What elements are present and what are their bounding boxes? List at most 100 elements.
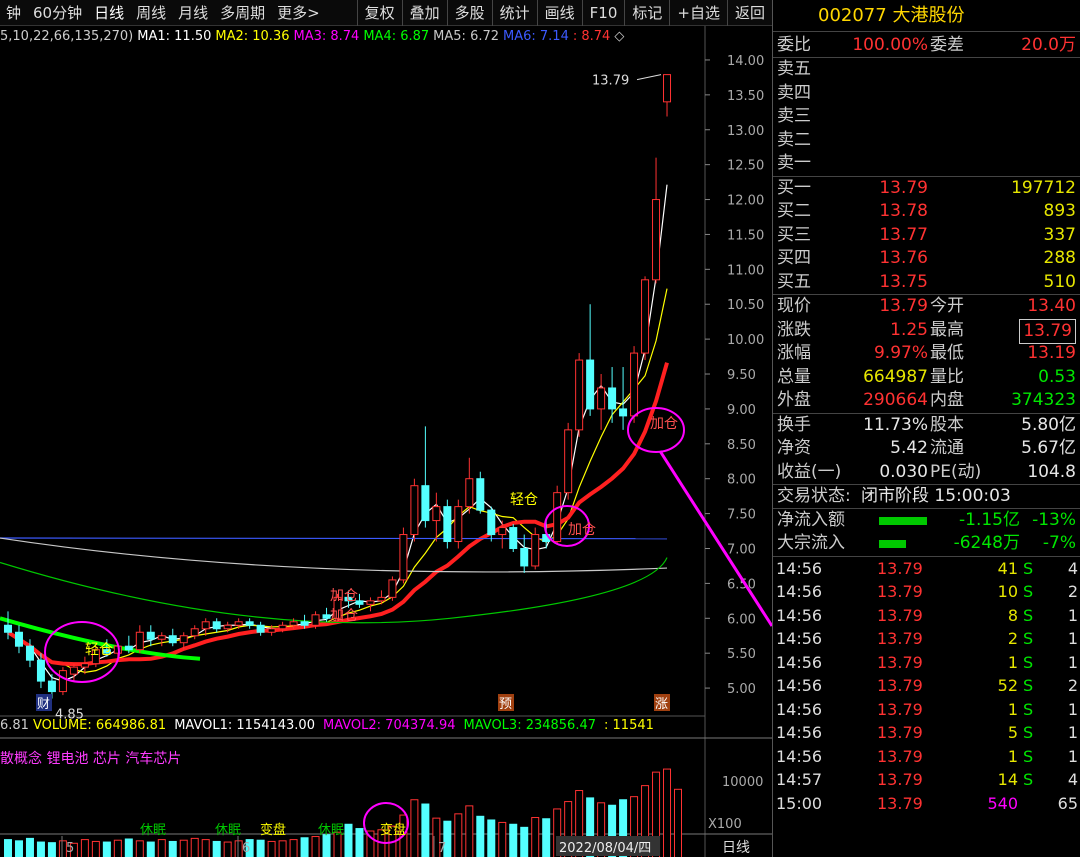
volume-bar [25,837,34,857]
volume-bar [201,839,210,857]
event-marker-1[interactable]: 预 [498,694,514,712]
price-tick-2: 13.00 [727,124,764,139]
price-tick-17: 5.50 [727,647,756,662]
volume-bar [278,840,287,857]
candlesticks [4,74,672,699]
vol-signal-1: 休眠 [215,823,241,838]
toolbar-action-5[interactable]: F10 [581,0,625,26]
volume-bar [157,839,166,857]
candle [410,478,419,542]
stock-name: 大港股份 [892,5,965,26]
stock-title[interactable]: 002077 大港股份 [773,0,1080,32]
tick-row: 14:56 13.79 41 S 4 [776,558,1078,578]
tab-period-4[interactable]: 月线 [172,0,214,26]
volume-bar [674,788,682,857]
svg-text:涨: 涨 [655,697,668,712]
bid-row: 买五 13.75 510 [777,271,1076,292]
ma-item-4: MA5: 6.72 [433,29,500,44]
quote-stats: 现价 13.79 今开 13.40 涨跌 1.25 最高 13.79 涨幅 9.97% 最低 13.1… [773,295,1080,414]
svg-text:财: 财 [37,697,50,712]
event-marker-0[interactable]: 财 [36,694,52,712]
candle [531,527,540,570]
tick-row: 14:56 13.79 1 S 1 [776,652,1078,672]
candle [245,618,254,629]
candle [366,597,375,612]
volume-bar [135,840,144,857]
quote-row: 涨幅 9.97% 最低 13.19 [777,343,1076,363]
volume-bar [267,840,276,857]
volume-bar [256,839,265,857]
vol-item-4: : 11541 [604,718,654,733]
volume-bar [487,819,496,857]
diamond-icon[interactable]: ◇ [614,29,624,44]
ask-row: 卖二 [777,129,811,150]
trade-status-label: 交易状态: [777,486,851,506]
vol-item-0: VOLUME: 664986.81 [32,718,167,733]
signal-label-0: 轻仓 [85,642,113,658]
vol-item-1: MAVOL1: 1154143.00 [174,718,315,733]
signal-label-1: 加仓 [330,608,358,624]
ask-row: 卖三 [777,106,811,126]
fundamentals: 换手 11.73% 股本 5.80亿 净资 5.42 流通 5.67亿 收益(一) 0.030 PE… [773,414,1080,485]
toolbar-action-4[interactable]: 画线 [536,0,582,26]
price-tick-8: 10.00 [727,333,764,348]
volume-bar [311,836,320,857]
toolbar-action-6[interactable]: 标记 [624,0,669,26]
bid-row: 买三 13.77 337 [777,224,1076,245]
quote-panel: 002077 大港股份 委比 100.00% 委差 20.0万 卖五 卖四 卖三 卖二… [772,0,1080,857]
volume-bar [509,823,518,857]
volume-bar [113,839,122,857]
candle [157,632,166,647]
toolbar-action-8[interactable]: 返回 [726,0,772,26]
vol-signal-0: 休眠 [140,823,166,838]
high-price-label: 13.79 [592,74,629,89]
volume-bar [36,841,45,857]
order-diff-value: 20.0万 [1021,35,1076,55]
candle [586,304,595,416]
candle [608,367,617,423]
tick-row: 14:57 13.79 14 S 4 [776,770,1078,789]
capital-flows: 净流入额 -1.15亿 -13% 大宗流入 -6248万 -7% [773,509,1080,557]
ma-item-3: MA4: 6.87 [363,29,430,44]
tab-period-0[interactable]: 钟 [0,0,27,26]
candle [564,422,573,500]
tick-row: 14:56 13.79 1 S 1 [776,746,1078,766]
signal-label-3: 轻仓 [510,492,538,508]
toolbar-action-1[interactable]: 叠加 [401,0,447,26]
candle [69,663,78,682]
volume-bar [476,815,485,857]
volume-bar [344,823,353,857]
vol-tick: 10000 [722,775,763,790]
price-tick-11: 8.50 [727,438,756,453]
tab-period-5[interactable]: 多周期 [214,0,271,26]
volume-bar [531,817,540,857]
date-label-0: 5 [66,841,74,856]
vol-signal-4: 变盘 [380,822,406,838]
volume-bar [520,826,529,857]
tick-list[interactable]: 14:56 13.79 41 S 4 14:56 13.79 10 S 2 14:56 13.79 8 S… [773,557,1080,816]
volume-bar [421,803,430,857]
period-label[interactable]: 日线 [722,840,750,856]
quote-row: 涨跌 1.25 最高 13.79 [773,318,1080,344]
volume-bar [146,841,155,857]
tab-period-6[interactable]: 更多> [271,0,326,26]
candle [575,353,584,437]
tab-period-1[interactable]: 60分钟 [27,0,88,26]
event-marker-2[interactable]: 涨 [654,694,670,712]
tab-period-3[interactable]: 周线 [130,0,172,26]
tab-period-2[interactable]: 日线 [88,0,130,26]
toolbar-action-7[interactable]: +自选 [669,0,727,26]
vol-signal-2: 变盘 [260,822,286,838]
quote-row: 总量 664987 量比 0.53 [777,366,1076,387]
toolbar-action-0[interactable]: 复权 [356,0,402,26]
volume-bar [102,841,111,857]
price-tick-16: 6.00 [727,612,756,627]
candle [135,625,144,654]
toolbar-action-2[interactable]: 多股 [446,0,492,26]
volume-bar [465,805,474,857]
fund-row: 换手 11.73% 股本 5.80亿 [777,414,1076,435]
toolbar-action-3[interactable]: 统计 [491,0,537,26]
volume-bar [663,768,672,857]
ma-item-6: : 8.74 [572,29,611,44]
price-tick-4: 12.00 [727,194,764,209]
